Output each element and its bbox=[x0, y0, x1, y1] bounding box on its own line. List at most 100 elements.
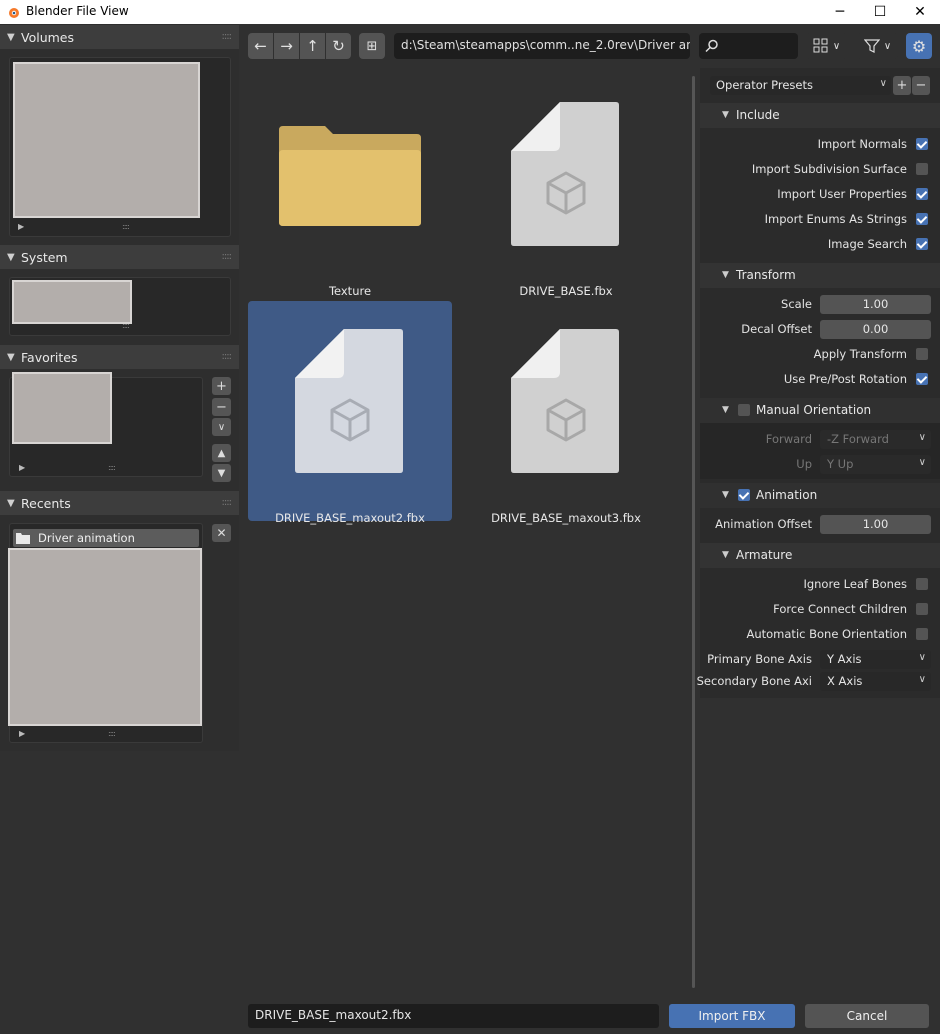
parent-directory-button[interactable]: ↑ bbox=[300, 33, 325, 59]
add-preset-button[interactable]: + bbox=[893, 76, 911, 95]
import-user-props-checkbox[interactable] bbox=[916, 188, 928, 200]
file-item-drive-base-maxout2[interactable]: DRIVE_BASE_maxout2.fbx bbox=[248, 301, 452, 525]
forward-dropdown[interactable]: -Z Forward ∨ bbox=[820, 430, 931, 449]
apply-transform-row[interactable]: Apply Transform bbox=[700, 342, 940, 367]
primary-axis-dropdown[interactable]: Y Axis ∨ bbox=[820, 650, 931, 669]
file-item-drive-base[interactable]: DRIVE_BASE.fbx bbox=[464, 74, 668, 298]
animation-offset-field[interactable]: 1.00 bbox=[820, 515, 931, 534]
animation-checkbox[interactable] bbox=[738, 489, 750, 501]
import-user-props-label: Import User Properties bbox=[777, 187, 907, 201]
recents-header[interactable]: ▼ Recents :::: bbox=[0, 491, 239, 515]
move-down-button[interactable]: ▼ bbox=[212, 464, 231, 482]
import-subdiv-row[interactable]: Import Subdivision Surface bbox=[700, 157, 940, 182]
toggle-options-button[interactable]: ⚙ bbox=[906, 33, 932, 59]
expand-icon[interactable]: ▶ bbox=[19, 463, 25, 472]
ignore-leaf-checkbox[interactable] bbox=[916, 578, 928, 590]
ignore-leaf-row[interactable]: Ignore Leaf Bones bbox=[700, 572, 940, 597]
volumes-header[interactable]: ▼ Volumes :::: bbox=[0, 25, 239, 49]
manual-orientation-title: Manual Orientation bbox=[756, 403, 872, 417]
animation-header[interactable]: ▼ Animation bbox=[700, 483, 940, 508]
plus-icon: + bbox=[216, 378, 227, 394]
title-bar: Blender File View ─ ☐ ✕ bbox=[0, 0, 940, 24]
3d-file-icon bbox=[511, 102, 619, 246]
file-item-texture[interactable]: Texture bbox=[248, 74, 452, 298]
new-directory-button[interactable]: ⊞ bbox=[359, 33, 385, 59]
expand-icon[interactable]: ▶ bbox=[19, 729, 25, 738]
favorites-list[interactable]: ▶ :::: bbox=[9, 372, 203, 477]
resize-grip-icon[interactable]: :::: bbox=[108, 729, 116, 738]
arrow-right-icon: → bbox=[280, 37, 293, 55]
display-mode-dropdown[interactable]: ∨ bbox=[806, 33, 847, 59]
maximize-button[interactable]: ☐ bbox=[860, 0, 900, 24]
use-prepost-checkbox[interactable] bbox=[916, 373, 928, 385]
decal-offset-field[interactable]: 0.00 bbox=[820, 320, 931, 339]
favorites-header[interactable]: ▼ Favorites :::: bbox=[0, 345, 239, 369]
collapse-arrow-icon: ▼ bbox=[7, 251, 15, 263]
manual-orientation-header[interactable]: ▼ Manual Orientation bbox=[700, 398, 940, 423]
force-connect-checkbox[interactable] bbox=[916, 603, 928, 615]
expand-icon[interactable]: ▶ bbox=[18, 222, 24, 231]
force-connect-row[interactable]: Force Connect Children bbox=[700, 597, 940, 622]
cancel-button[interactable]: Cancel bbox=[805, 1004, 929, 1028]
system-list[interactable]: :::: bbox=[9, 277, 231, 336]
import-subdiv-checkbox[interactable] bbox=[916, 163, 928, 175]
recent-item[interactable]: Driver animation bbox=[13, 529, 199, 547]
use-prepost-row[interactable]: Use Pre/Post Rotation bbox=[700, 367, 940, 392]
resize-grip-icon[interactable]: :::: bbox=[122, 222, 130, 231]
remove-favorite-button[interactable]: − bbox=[212, 398, 231, 416]
import-normals-checkbox[interactable] bbox=[916, 138, 928, 150]
drag-grip-icon[interactable]: :::: bbox=[222, 351, 233, 362]
recents-list[interactable]: Driver animation ▶ :::: bbox=[8, 523, 203, 743]
search-input[interactable] bbox=[699, 33, 798, 59]
remove-preset-button[interactable]: − bbox=[912, 76, 930, 95]
collapse-arrow-icon: ▼ bbox=[722, 110, 729, 120]
operator-presets-dropdown[interactable]: Operator Presets ∨ bbox=[710, 76, 891, 95]
refresh-button[interactable]: ↻ bbox=[326, 33, 351, 59]
drag-grip-icon[interactable]: :::: bbox=[222, 497, 233, 508]
armature-header[interactable]: ▼ Armature bbox=[700, 543, 940, 568]
secondary-axis-value: X Axis bbox=[827, 674, 863, 688]
scale-field[interactable]: 1.00 bbox=[820, 295, 931, 314]
manual-orientation-checkbox[interactable] bbox=[738, 404, 750, 416]
back-button[interactable]: ← bbox=[248, 33, 273, 59]
favorites-menu-button[interactable]: ∨ bbox=[212, 418, 231, 436]
import-user-props-row[interactable]: Import User Properties bbox=[700, 182, 940, 207]
volumes-list[interactable]: ▶ :::: bbox=[9, 57, 231, 237]
apply-transform-checkbox[interactable] bbox=[916, 348, 928, 360]
add-favorite-button[interactable]: + bbox=[212, 377, 231, 395]
file-item-drive-base-maxout3[interactable]: DRIVE_BASE_maxout3.fbx bbox=[464, 301, 668, 525]
drag-grip-icon[interactable]: :::: bbox=[222, 31, 233, 42]
bottom-bar: DRIVE_BASE_maxout2.fbx Import FBX Cancel bbox=[239, 998, 940, 1034]
filter-funnel-icon bbox=[863, 39, 880, 53]
filter-dropdown[interactable]: ∨ bbox=[857, 33, 898, 59]
scrollbar[interactable] bbox=[692, 76, 695, 988]
import-normals-row[interactable]: Import Normals bbox=[700, 132, 940, 157]
secondary-axis-dropdown[interactable]: X Axis ∨ bbox=[820, 672, 931, 691]
system-title: System bbox=[21, 249, 68, 265]
directory-path-field[interactable]: d:\Steam\steamapps\comm..ne_2.0rev\Drive… bbox=[394, 33, 690, 59]
clear-recents-button[interactable]: ✕ bbox=[212, 524, 231, 542]
resize-grip-icon[interactable]: :::: bbox=[108, 463, 116, 472]
import-enums-checkbox[interactable] bbox=[916, 213, 928, 225]
up-dropdown[interactable]: Y Up ∨ bbox=[820, 455, 931, 474]
close-button[interactable]: ✕ bbox=[900, 0, 940, 24]
move-up-button[interactable]: ▲ bbox=[212, 444, 231, 462]
import-fbx-button[interactable]: Import FBX bbox=[669, 1004, 795, 1028]
sidebar-empty-area bbox=[0, 751, 239, 1034]
resize-grip-icon[interactable]: :::: bbox=[122, 321, 130, 330]
scale-row: Scale 1.00 bbox=[700, 292, 940, 317]
image-search-checkbox[interactable] bbox=[916, 238, 928, 250]
include-header[interactable]: ▼ Include bbox=[700, 103, 940, 128]
auto-bone-checkbox[interactable] bbox=[916, 628, 928, 640]
system-header[interactable]: ▼ System :::: bbox=[0, 245, 239, 269]
drag-grip-icon[interactable]: :::: bbox=[222, 251, 233, 262]
image-search-row[interactable]: Image Search bbox=[700, 232, 940, 257]
minimize-button[interactable]: ─ bbox=[820, 0, 860, 24]
filename-input[interactable]: DRIVE_BASE_maxout2.fbx bbox=[248, 1004, 659, 1028]
import-enums-row[interactable]: Import Enums As Strings bbox=[700, 207, 940, 232]
folder-icon bbox=[279, 126, 421, 226]
auto-bone-row[interactable]: Automatic Bone Orientation bbox=[700, 622, 940, 647]
chevron-down-icon: ∨ bbox=[883, 40, 892, 52]
forward-button[interactable]: → bbox=[274, 33, 299, 59]
transform-header[interactable]: ▼ Transform bbox=[700, 263, 940, 288]
